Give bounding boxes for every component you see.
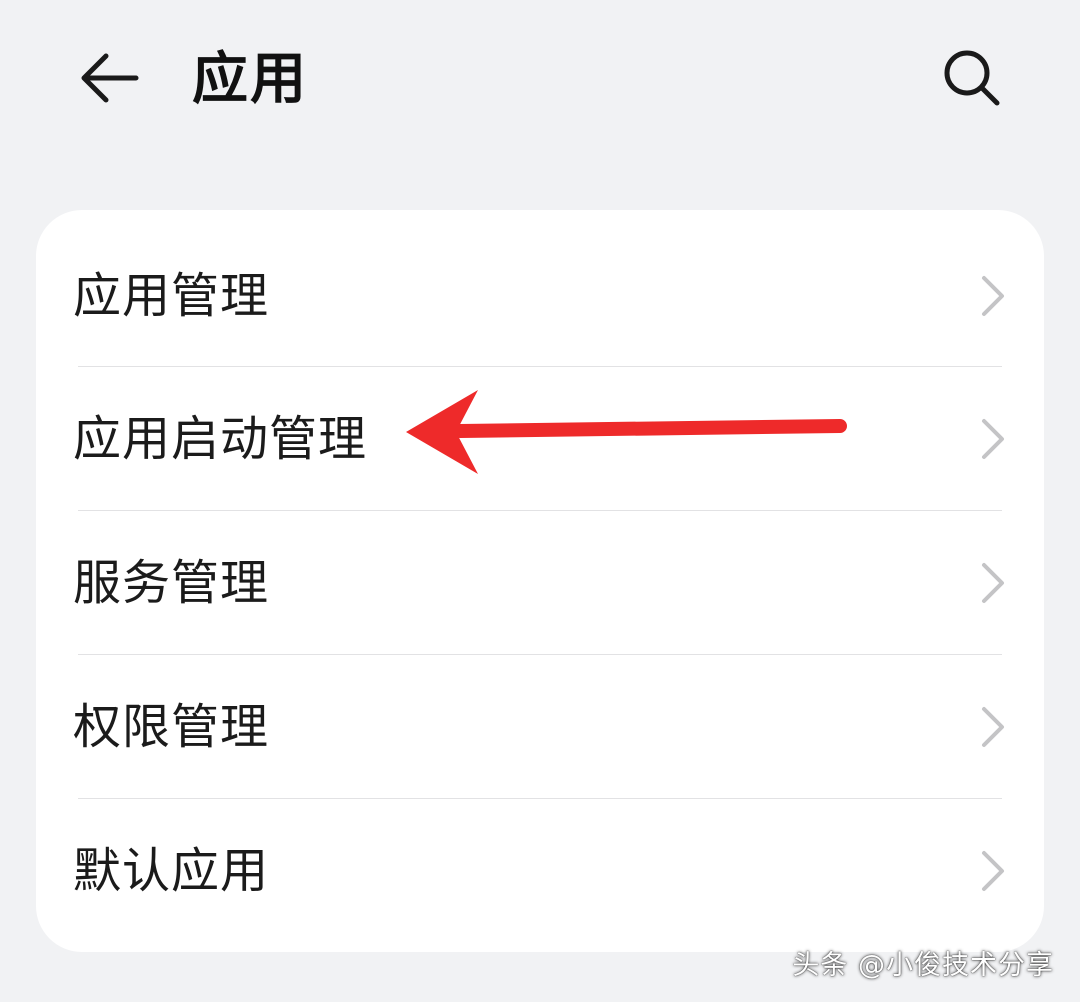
search-icon <box>944 50 1000 106</box>
settings-card: 应用管理 应用启动管理 服务管理 权限管理 默认应用 <box>36 210 1044 952</box>
menu-item-app-management[interactable]: 应用管理 <box>36 224 1044 368</box>
menu-item-label: 权限管理 <box>73 699 270 755</box>
menu-item-service-management[interactable]: 服务管理 <box>36 511 1044 655</box>
menu-item-label: 服务管理 <box>73 555 270 611</box>
chevron-right-icon <box>982 563 1004 603</box>
chevron-right-icon <box>982 707 1004 747</box>
chevron-right-icon <box>982 419 1004 459</box>
menu-item-label: 应用启动管理 <box>73 411 368 467</box>
app-bar: 应用 <box>0 0 1080 160</box>
back-arrow-icon <box>81 53 139 103</box>
chevron-right-icon <box>982 851 1004 891</box>
page-title: 应用 <box>192 47 308 112</box>
menu-item-default-apps[interactable]: 默认应用 <box>36 799 1044 943</box>
menu-item-app-launch-management[interactable]: 应用启动管理 <box>36 367 1044 511</box>
menu-item-permission-management[interactable]: 权限管理 <box>36 655 1044 799</box>
menu-item-label: 应用管理 <box>73 268 270 324</box>
chevron-right-icon <box>982 276 1004 316</box>
search-button[interactable] <box>930 36 1014 120</box>
watermark: 头条 @小俊技术分享 <box>792 950 1054 981</box>
back-button[interactable] <box>66 40 150 116</box>
menu-item-label: 默认应用 <box>73 843 270 899</box>
